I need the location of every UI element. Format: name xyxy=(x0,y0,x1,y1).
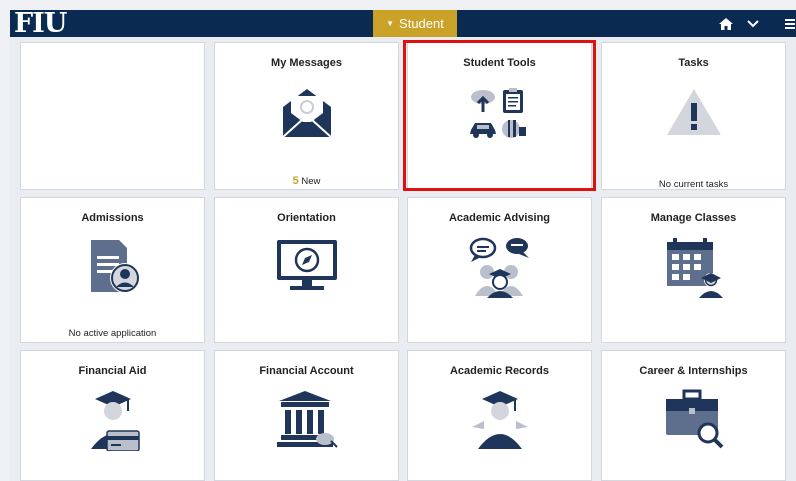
graduate-card-icon xyxy=(83,389,143,456)
utensils-icon xyxy=(501,120,526,138)
graduate-records-icon xyxy=(468,389,532,456)
financial-aid-tile[interactable]: Financial Aid xyxy=(20,350,205,481)
my-messages-tile[interactable]: My Messages 5 New xyxy=(214,42,399,190)
admissions-status: No active application xyxy=(68,328,157,339)
academic-advising-tile[interactable]: Academic Advising xyxy=(407,197,592,343)
bank-building-icon xyxy=(275,389,339,456)
new-label: New xyxy=(301,176,321,187)
financial-account-tile[interactable]: Financial Account xyxy=(214,350,399,481)
tile-title: Student Tools xyxy=(463,57,536,69)
envelope-icon xyxy=(279,87,335,144)
tile-title: Orientation xyxy=(277,212,336,224)
student-tools-icon xyxy=(469,87,531,144)
tasks-status: No current tasks xyxy=(658,179,729,190)
briefcase-search-icon xyxy=(662,389,726,456)
clipboard-icon xyxy=(502,88,523,113)
tile-title: My Messages xyxy=(271,57,342,69)
student-tab[interactable]: ▼ Student xyxy=(373,10,457,37)
tile-title: Tasks xyxy=(678,57,709,69)
tile-title: Admissions xyxy=(81,212,144,224)
app-header: FIU ▼ Student xyxy=(10,10,796,37)
career-internships-tile[interactable]: Career & Internships xyxy=(601,350,786,481)
tile-title: Academic Records xyxy=(449,365,550,377)
tile-grid: My Messages 5 New Student Tools Tasks No… xyxy=(10,37,796,481)
manage-classes-tile[interactable]: Manage Classes xyxy=(601,197,786,343)
warning-icon xyxy=(665,87,723,142)
student-tools-tile[interactable]: Student Tools xyxy=(407,42,592,190)
car-icon xyxy=(469,123,496,138)
fiu-logo[interactable]: FIU xyxy=(14,10,67,37)
chevron-down-icon[interactable] xyxy=(745,10,761,37)
tile-title: Manage Classes xyxy=(650,212,737,224)
caret-down-icon: ▼ xyxy=(386,19,395,28)
calendar-student-icon xyxy=(663,236,725,303)
tile-title: Career & Internships xyxy=(639,365,748,377)
tile-title: Financial Account xyxy=(259,365,354,377)
new-count: 5 xyxy=(292,175,299,187)
tasks-tile[interactable]: Tasks No current tasks xyxy=(601,42,786,190)
application-document-icon xyxy=(83,236,143,301)
student-tab-label: Student xyxy=(399,16,444,31)
academic-records-tile[interactable]: Academic Records xyxy=(407,350,592,481)
advising-people-icon xyxy=(467,236,533,303)
admissions-tile[interactable]: Admissions No active application xyxy=(20,197,205,343)
message-count: 5 New xyxy=(215,175,398,187)
blank-tile xyxy=(20,42,205,190)
monitor-compass-icon xyxy=(274,238,340,299)
home-icon[interactable] xyxy=(717,10,735,37)
menu-icon[interactable] xyxy=(783,10,796,37)
orientation-tile[interactable]: Orientation xyxy=(214,197,399,343)
tile-title: Academic Advising xyxy=(448,212,551,224)
tile-title: Financial Aid xyxy=(78,365,147,377)
cloud-upload-icon xyxy=(470,90,495,112)
